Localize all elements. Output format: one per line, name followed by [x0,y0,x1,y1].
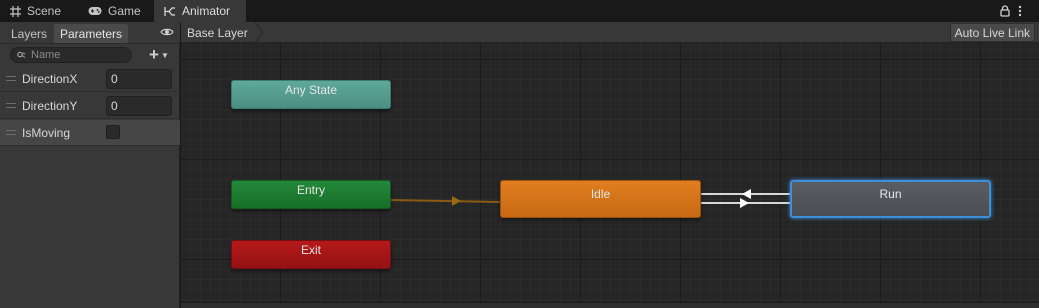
drag-handle-icon[interactable] [6,130,16,135]
parameter-row[interactable]: IsMoving [0,120,180,146]
eye-icon[interactable] [160,27,174,37]
gamepad-icon [88,7,102,15]
tab-layers[interactable]: Layers [6,24,52,43]
plus-icon: + [149,45,159,64]
parameter-name: IsMoving [22,126,71,140]
tab-scene[interactable]: Scene [0,0,76,22]
parameter-row[interactable]: DirectionY [0,93,180,119]
parameters-panel: Layers Parameters + ▼ DirectionX Directi… [0,22,180,308]
parameter-row[interactable]: DirectionX [0,66,180,92]
drag-handle-icon[interactable] [6,103,16,108]
transition-arrow-icon [740,198,749,208]
transition-arrow-icon [452,196,461,206]
parameter-float-field[interactable] [106,69,172,89]
animator-graph-canvas[interactable]: Base Layer Auto Live Link Any State Entr… [181,22,1039,308]
state-entry[interactable]: Entry [231,180,391,209]
parameter-search-field[interactable] [10,47,132,63]
parameter-search-row: + ▼ [0,44,180,66]
tab-parameters[interactable]: Parameters [54,24,128,43]
graph-bottom-edge [181,302,1039,308]
state-label: Entry [296,182,325,197]
state-label: Idle [590,187,611,201]
parameter-float-field[interactable] [106,96,172,116]
state-idle[interactable]: Idle [500,180,701,218]
animator-graph-icon [164,6,175,16]
tab-animator[interactable]: Animator [154,0,246,22]
lock-icon[interactable] [1000,3,1010,19]
chevron-down-icon: ▼ [160,50,169,60]
state-label: Exit [300,242,321,257]
drag-handle-icon[interactable] [6,76,16,81]
grid-icon [10,5,21,17]
parameter-name: DirectionX [22,72,78,86]
state-any-state[interactable]: Any State [231,80,391,109]
state-run[interactable]: Run [790,180,991,218]
tab-game-label: Game [108,4,141,18]
kebab-menu-icon[interactable] [1018,3,1022,19]
state-label: Any State [284,82,338,97]
panel-tab-strip: Layers Parameters [0,22,180,44]
state-label: Run [879,187,902,201]
search-icon [17,51,26,58]
entry-default-transition[interactable] [390,199,501,203]
parameter-search-input[interactable] [31,49,131,61]
transition-arrow-icon [742,189,751,199]
parameter-name: DirectionY [22,99,78,113]
tab-game[interactable]: Game [80,0,150,22]
state-exit[interactable]: Exit [231,240,391,269]
tab-scene-label: Scene [27,4,62,18]
add-parameter-dropdown[interactable]: + ▼ [149,45,169,64]
tab-animator-label: Animator [182,4,231,18]
parameter-bool-checkbox[interactable] [106,125,120,139]
editor-tab-bar: Scene Game Animator [0,0,1039,22]
